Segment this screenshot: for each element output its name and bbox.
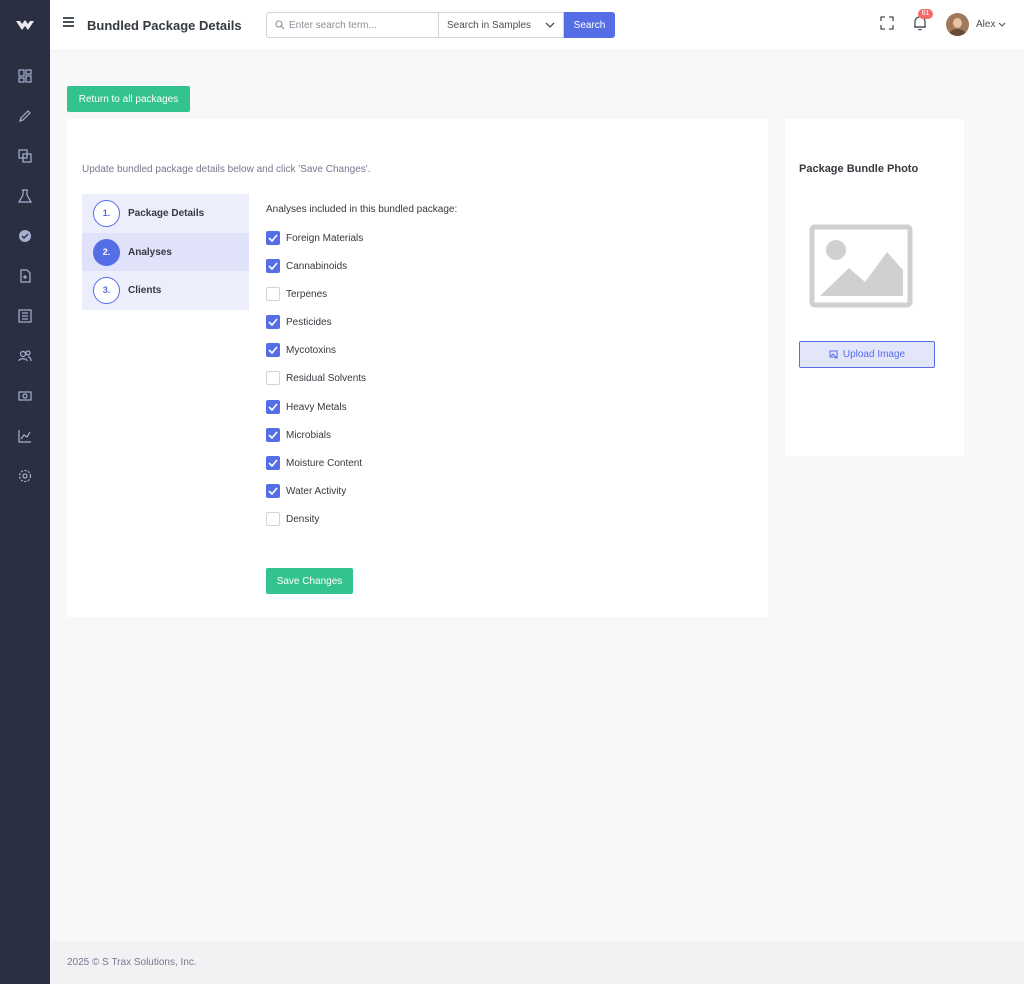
wizard-steps: 1. Package Details 2. Analyses 3. Client… xyxy=(82,194,249,310)
checkbox-label: Pesticides xyxy=(286,316,332,328)
package-details-card: Update bundled package details below and… xyxy=(67,119,768,617)
analyses-title: Analyses included in this bundled packag… xyxy=(266,204,458,215)
checkbox-checked[interactable] xyxy=(266,259,280,273)
analysis-mycotoxins[interactable]: Mycotoxins xyxy=(266,343,336,357)
checkbox[interactable] xyxy=(266,371,280,385)
analysis-microbials[interactable]: Microbials xyxy=(266,428,331,442)
search-icon xyxy=(275,20,285,30)
checkbox[interactable] xyxy=(266,512,280,526)
step-analyses[interactable]: 2. Analyses xyxy=(82,233,249,271)
step-number: 3. xyxy=(93,276,120,304)
checkbox-checked[interactable] xyxy=(266,484,280,498)
search-scope-select[interactable]: Search in Samples xyxy=(438,12,564,38)
analysis-density[interactable]: Density xyxy=(266,512,319,526)
checkbox-label: Water Activity xyxy=(286,485,347,497)
checkbox-label: Microbials xyxy=(286,429,332,441)
checkbox-checked[interactable] xyxy=(266,428,280,442)
step-number: 1. xyxy=(93,199,120,227)
chart-icon[interactable] xyxy=(15,426,35,446)
checkbox-checked[interactable] xyxy=(266,400,280,414)
image-placeholder-icon xyxy=(809,224,913,308)
step-label: Clients xyxy=(128,284,162,296)
checkbox[interactable] xyxy=(266,287,280,301)
checkbox-label: Density xyxy=(286,513,320,525)
menu-toggle-icon[interactable] xyxy=(63,17,75,31)
edit-icon[interactable] xyxy=(15,106,35,126)
analysis-pesticides[interactable]: Pesticides xyxy=(266,315,332,329)
footer-copyright: 2025 © S Trax Solutions, Inc. xyxy=(67,957,197,968)
list-icon[interactable] xyxy=(15,306,35,326)
photo-title: Package Bundle Photo xyxy=(799,163,919,175)
analysis-heavy-metals[interactable]: Heavy Metals xyxy=(266,400,347,414)
user-name: Alex xyxy=(976,19,996,30)
package-photo-card: Package Bundle Photo Upload Image xyxy=(785,119,964,456)
analysis-water-activity[interactable]: Water Activity xyxy=(266,484,346,498)
users-icon[interactable] xyxy=(15,346,35,366)
analysis-cannabinoids[interactable]: Cannabinoids xyxy=(266,259,347,273)
copy-icon[interactable] xyxy=(15,146,35,166)
checkbox-checked[interactable] xyxy=(266,343,280,357)
flask-icon[interactable] xyxy=(15,186,35,206)
chevron-down-icon xyxy=(999,22,1006,27)
checkbox-label: Cannabinoids xyxy=(286,260,348,272)
checkbox-label: Heavy Metals xyxy=(286,401,347,413)
avatar xyxy=(946,13,969,36)
search-input[interactable] xyxy=(289,19,429,31)
intro-text: Update bundled package details below and… xyxy=(82,164,371,175)
checkbox-label: Mycotoxins xyxy=(286,344,337,356)
step-label: Analyses xyxy=(128,246,172,258)
settings-icon[interactable] xyxy=(15,466,35,486)
checkbox-label: Terpenes xyxy=(286,288,328,300)
checkbox-label: Moisture Content xyxy=(286,457,363,469)
search-scope-value: Search in Samples xyxy=(447,19,531,31)
footer: 2025 © S Trax Solutions, Inc. xyxy=(50,941,1024,984)
step-package-details[interactable]: 1. Package Details xyxy=(82,194,249,232)
checkbox-label: Foreign Materials xyxy=(286,232,364,244)
search-bar: Search in Samples Search xyxy=(266,12,615,38)
analysis-foreign-materials[interactable]: Foreign Materials xyxy=(266,231,363,245)
search-button[interactable]: Search xyxy=(564,12,615,38)
logo-icon[interactable] xyxy=(0,0,50,50)
document-icon[interactable] xyxy=(15,266,35,286)
analysis-terpenes[interactable]: Terpenes xyxy=(266,287,327,301)
sidebar xyxy=(0,0,50,984)
analysis-moisture-content[interactable]: Moisture Content xyxy=(266,456,362,470)
verified-badge-icon[interactable] xyxy=(15,226,35,246)
page-title: Bundled Package Details xyxy=(87,18,242,33)
step-label: Package Details xyxy=(128,207,205,219)
topbar: Bundled Package Details Search in Sample… xyxy=(50,0,1024,50)
upload-image-label: Upload Image xyxy=(842,349,906,360)
return-to-packages-button[interactable]: Return to all packages xyxy=(67,86,190,112)
analysis-residual-solvents[interactable]: Residual Solvents xyxy=(266,371,366,385)
upload-image-button[interactable]: Upload Image xyxy=(799,341,935,368)
fullscreen-icon[interactable] xyxy=(880,16,894,30)
search-field[interactable] xyxy=(266,12,438,38)
step-clients[interactable]: 3. Clients xyxy=(82,271,249,309)
step-number: 2. xyxy=(93,238,120,266)
notification-count-badge: 61 xyxy=(918,9,933,19)
chevron-down-icon xyxy=(545,22,555,28)
checkbox-checked[interactable] xyxy=(266,231,280,245)
image-upload-icon xyxy=(829,350,838,358)
dashboard-icon[interactable] xyxy=(15,66,35,86)
money-icon[interactable] xyxy=(15,386,35,406)
checkbox-label: Residual Solvents xyxy=(286,372,367,384)
checkbox-checked[interactable] xyxy=(266,456,280,470)
checkbox-checked[interactable] xyxy=(266,315,280,329)
user-menu[interactable]: Alex xyxy=(946,13,1006,36)
save-changes-button[interactable]: Save Changes xyxy=(266,568,353,594)
